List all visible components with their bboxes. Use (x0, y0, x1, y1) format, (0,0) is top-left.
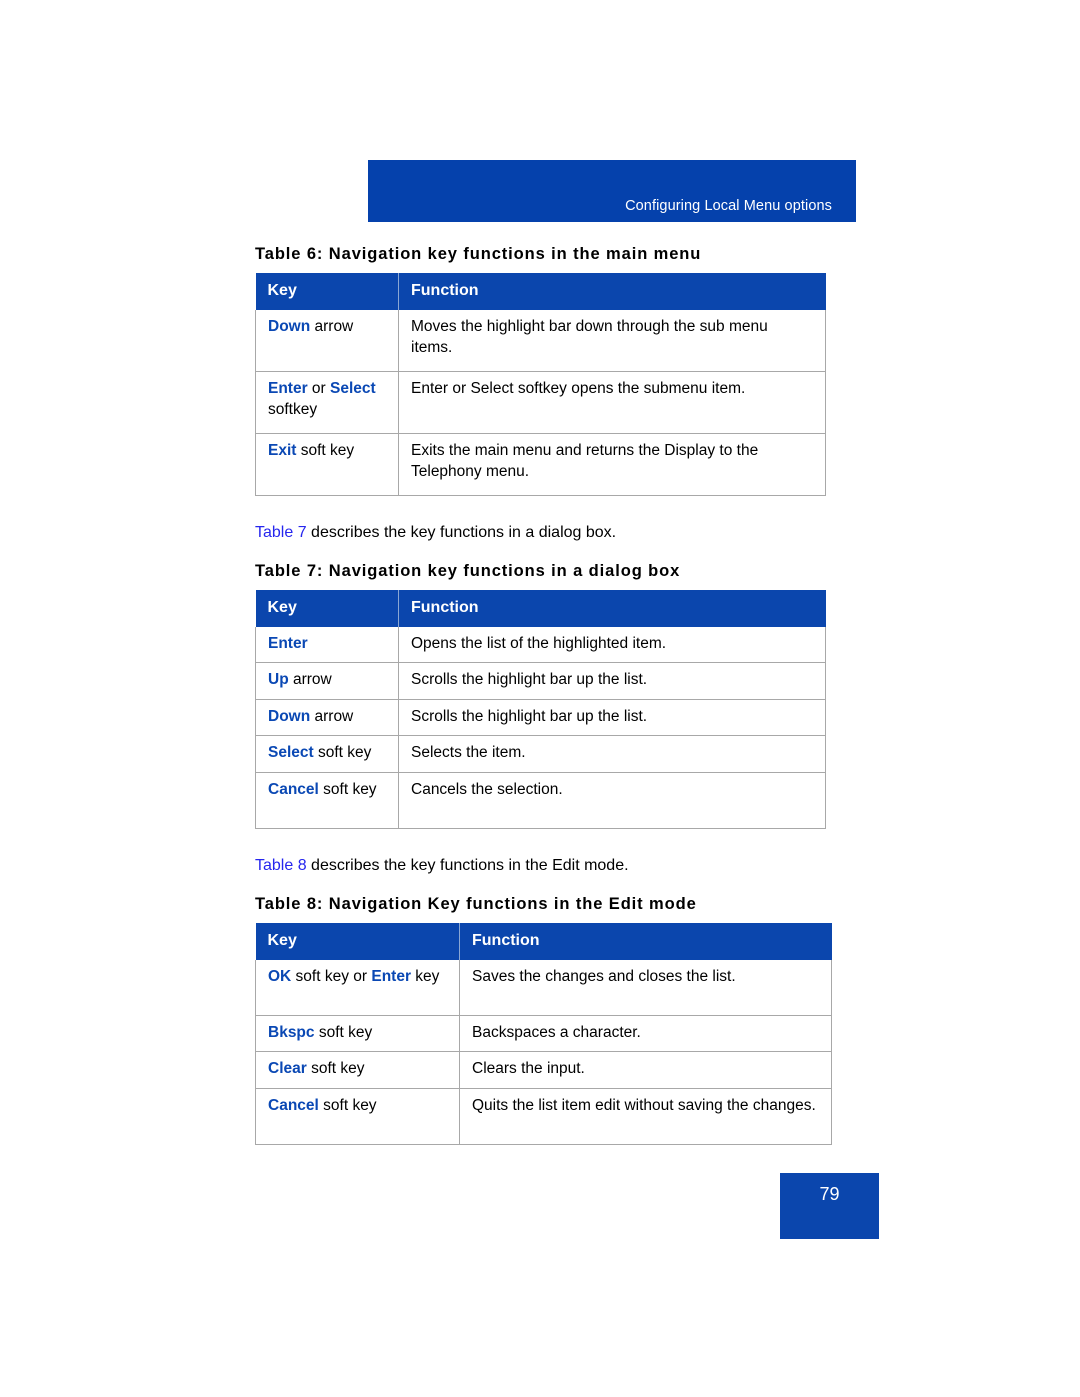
table-8-caption: Table 8: Navigation Key functions in the… (255, 894, 697, 913)
key-name-alt: Select (330, 380, 376, 397)
running-header-bar: Configuring Local Menu options (368, 160, 856, 222)
cell-function: Exits the main menu and returns the Disp… (398, 433, 826, 496)
key-suffix: soft key (318, 1096, 377, 1114)
key-name: Bkspc (268, 1023, 315, 1041)
cell-function: Scrolls the highlight bar up the list. (398, 699, 826, 737)
cell-function: Cancels the selection. (398, 772, 826, 830)
page-content: Table 6: Navigation key functions in the… (255, 245, 855, 1145)
table-7-intro-rest: describes the key functions in a dialog … (306, 524, 617, 541)
table-header-row: Key Function (255, 273, 826, 310)
column-header-function: Function (398, 273, 826, 310)
table-row: Clear soft key Clears the input. (255, 1051, 832, 1089)
cell-key: OK soft key or Enter key (255, 959, 460, 1016)
cell-key: Down arrow (255, 699, 399, 737)
table-row: Down arrow Scrolls the highlight bar up … (255, 699, 826, 737)
key-suffix: soft key (314, 1023, 373, 1041)
key-name: Enter (268, 634, 308, 652)
cell-key: Clear soft key (255, 1051, 460, 1089)
table-6-caption: Table 6: Navigation key functions in the… (255, 245, 702, 263)
page-number: 79 (819, 1184, 840, 1204)
table-row: OK soft key or Enter key Saves the chang… (255, 959, 832, 1016)
key-name: Down (268, 318, 311, 335)
table-row: Enter or Select softkey Enter or Select … (255, 371, 826, 434)
key-name: Exit (268, 442, 297, 459)
table-7-caption: Table 7: Navigation key functions in a d… (255, 561, 681, 580)
key-name: Enter (268, 380, 308, 397)
key-suffix: arrow (288, 671, 332, 689)
table-row: Select soft key Selects the item. (255, 735, 826, 774)
cell-function: Opens the list of the highlighted item. (398, 626, 826, 664)
table-8-intro-paragraph: Table 8 describes the key functions in t… (255, 855, 855, 877)
running-header-title: Configuring Local Menu options (625, 198, 832, 214)
table-row: Cancel soft key Quits the list item edit… (255, 1088, 832, 1145)
page-number-box: 79 (780, 1173, 879, 1239)
key-name: Cancel (268, 1096, 319, 1114)
table-header-row: Key Function (255, 589, 826, 627)
column-header-key: Key (255, 589, 399, 627)
table-8: Key Function OK soft key or Enter key Sa… (255, 922, 832, 1145)
key-suffix: soft key (318, 781, 377, 799)
cell-key: Down arrow (255, 310, 399, 372)
cell-function: Enter or Select softkey opens the submen… (398, 371, 826, 434)
cell-key: Bkspc soft key (255, 1015, 460, 1053)
table-row: Exit soft key Exits the main menu and re… (255, 433, 826, 496)
key-suffix: soft key (296, 442, 355, 459)
key-name: Up (268, 671, 289, 689)
cell-function: Selects the item. (398, 735, 826, 774)
cell-function: Scrolls the highlight bar up the list. (398, 662, 826, 700)
cell-key: Cancel soft key (255, 772, 399, 830)
key-suffix: arrow (310, 707, 354, 725)
cell-key: Up arrow (255, 662, 399, 700)
table-8-crossreference[interactable]: Table 8 (255, 857, 307, 874)
key-name: OK (268, 967, 292, 985)
key-suffix: arrow (310, 318, 354, 335)
column-header-key: Key (255, 273, 399, 310)
cell-key: Enter or Select softkey (255, 371, 399, 434)
key-name: Clear (268, 1060, 307, 1078)
table-header-row: Key Function (255, 922, 832, 960)
table-row: Up arrow Scrolls the highlight bar up th… (255, 662, 826, 700)
cell-key: Exit soft key (255, 433, 399, 496)
key-suffix: soft key (313, 744, 372, 762)
key-suffix: soft key (306, 1060, 365, 1078)
key-separator: or (307, 380, 331, 397)
key-name: Down (268, 707, 311, 725)
key-suffix: softkey (268, 400, 318, 418)
key-name-alt: Enter (371, 967, 411, 985)
key-name: Cancel (268, 781, 319, 799)
key-name: Select (268, 744, 314, 762)
table-6: Key Function Down arrow Moves the highli… (255, 273, 826, 496)
table-row: Down arrow Moves the highlight bar down … (255, 310, 826, 372)
cell-key: Enter (255, 626, 399, 664)
cell-function: Clears the input. (459, 1051, 832, 1089)
cell-key: Cancel soft key (255, 1088, 460, 1145)
cell-key: Select soft key (255, 735, 399, 774)
table-7-intro-paragraph: Table 7 describes the key functions in a… (255, 522, 855, 544)
key-suffix: key (411, 967, 440, 985)
table-row: Cancel soft key Cancels the selection. (255, 772, 826, 830)
cell-function: Backspaces a character. (459, 1015, 832, 1053)
column-header-function: Function (459, 922, 832, 960)
table-7: Key Function Enter Opens the list of the… (255, 589, 826, 830)
key-separator: soft key or (291, 967, 372, 985)
table-8-intro-rest: describes the key functions in the Edit … (306, 857, 629, 875)
cell-function: Quits the list item edit without saving … (459, 1088, 832, 1145)
column-header-key: Key (255, 922, 460, 960)
cell-function: Saves the changes and closes the list. (459, 959, 832, 1016)
table-7-crossreference[interactable]: Table 7 (255, 524, 307, 541)
table-row: Bkspc soft key Backspaces a character. (255, 1015, 832, 1053)
table-row: Enter Opens the list of the highlighted … (255, 626, 826, 664)
cell-function: Moves the highlight bar down through the… (398, 310, 826, 372)
column-header-function: Function (398, 589, 826, 627)
